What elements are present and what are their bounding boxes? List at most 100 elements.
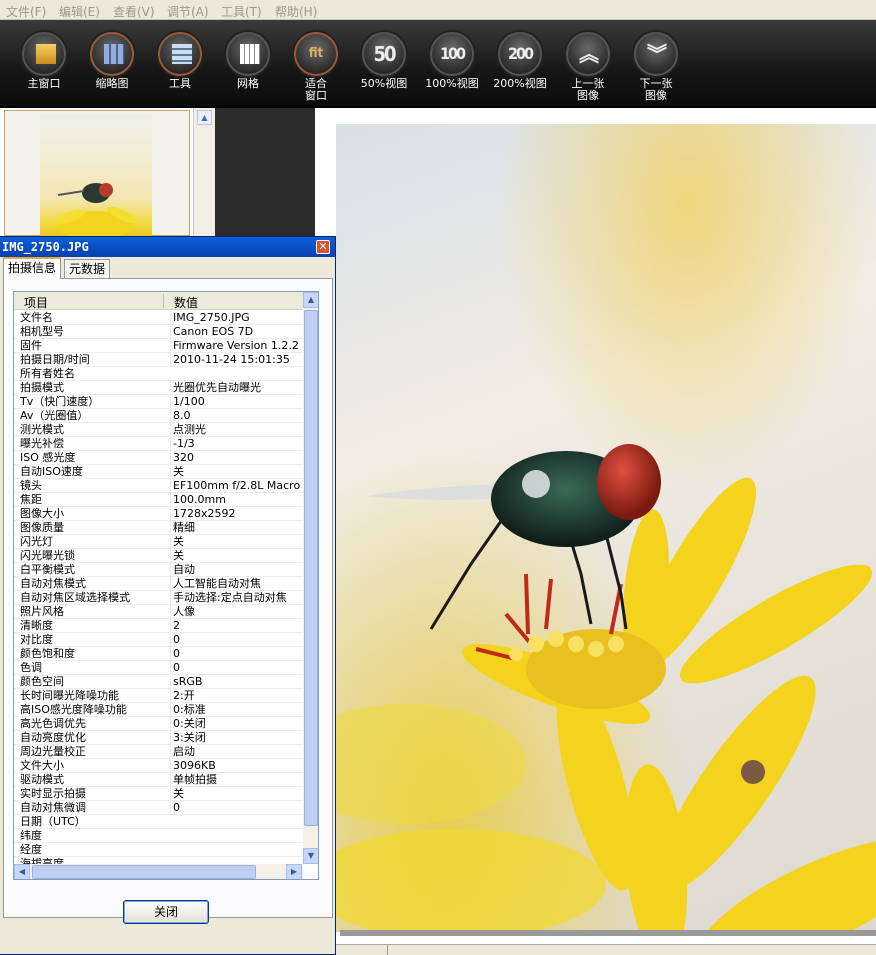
table-row[interactable]: Av（光圈值） 8.0 — [14, 409, 304, 423]
icon-glyph: 50 — [373, 42, 396, 66]
close-button[interactable]: 关闭 — [123, 900, 209, 924]
table-row[interactable]: 图像大小 1728x2592 — [14, 507, 304, 521]
table-row[interactable]: 驱动模式 单帧拍摄 — [14, 773, 304, 787]
toolbar-button[interactable]: 200 200%视图 — [490, 30, 550, 108]
close-icon[interactable]: ✕ — [316, 240, 330, 254]
table-row[interactable]: 照片风格 人像 — [14, 605, 304, 619]
horizontal-scrollbar[interactable]: ◀ ▶ — [14, 864, 303, 879]
row-key: 对比度 — [20, 633, 53, 646]
toolbar-button[interactable]: ︽ 上一张 图像 — [558, 30, 618, 108]
menu-item[interactable]: 查看(V) — [113, 3, 155, 20]
zoom-50-icon: 50 — [362, 32, 406, 76]
toolbar-button[interactable]: 主窗口 — [14, 30, 74, 108]
table-row[interactable]: 自动亮度优化 3:关闭 — [14, 731, 304, 745]
scroll-down-icon[interactable]: ▼ — [303, 848, 318, 864]
table-row[interactable]: 纬度 — [14, 829, 304, 843]
table-row[interactable]: 颜色空间 sRGB — [14, 675, 304, 689]
row-key: 驱动模式 — [20, 773, 64, 786]
main-photo[interactable] — [336, 124, 876, 932]
row-value: 8.0 — [170, 409, 304, 422]
toolbar-button[interactable]: fit 适合 窗口 — [286, 30, 346, 108]
grid-icon — [226, 32, 270, 76]
toolbar-button[interactable]: 网格 — [218, 30, 278, 108]
thumbnail-scrollbar[interactable]: ▲ — [193, 108, 215, 236]
vertical-scrollbar[interactable]: ▲ ▼ — [303, 292, 318, 864]
row-value: 0 — [170, 633, 304, 646]
table-row[interactable]: 自动对焦微调 0 — [14, 801, 304, 815]
toolbar-button-label: 200%视图 — [493, 77, 547, 90]
table-row[interactable]: 自动对焦模式 人工智能自动对焦 — [14, 577, 304, 591]
menu-item[interactable]: 帮助(H) — [275, 3, 317, 20]
table-row[interactable]: 经度 — [14, 843, 304, 857]
row-key: 拍摄模式 — [20, 381, 64, 394]
table-row[interactable]: 自动对焦区域选择模式 手动选择:定点自动对焦 — [14, 591, 304, 605]
table-row[interactable]: 文件大小 3096KB — [14, 759, 304, 773]
table-row[interactable]: 清晰度 2 — [14, 619, 304, 633]
table-row[interactable]: 日期（UTC） — [14, 815, 304, 829]
table-row[interactable]: 颜色饱和度 0 — [14, 647, 304, 661]
scroll-up-icon[interactable]: ▲ — [303, 292, 318, 308]
menu-item[interactable]: 工具(T) — [221, 3, 262, 20]
tab-metadata[interactable]: 元数据 — [64, 259, 111, 279]
toolbar-button[interactable]: 缩略图 — [82, 30, 142, 108]
toolbar-button[interactable]: 工具 — [150, 30, 210, 108]
thumbnail-image[interactable] — [40, 113, 152, 236]
scroll-thumb[interactable] — [304, 310, 318, 826]
table-row[interactable]: 拍摄日期/时间 2010-11-24 15:01:35 — [14, 353, 304, 367]
table-row[interactable]: 闪光灯 关 — [14, 535, 304, 549]
table-row[interactable]: 对比度 0 — [14, 633, 304, 647]
toolbar-button-label: 50%视图 — [360, 77, 408, 90]
table-row[interactable]: 闪光曝光锁 关 — [14, 549, 304, 563]
column-header-item[interactable]: 项目 — [24, 294, 48, 311]
table-row[interactable]: Tv（快门速度） 1/100 — [14, 395, 304, 409]
table-row[interactable]: 测光模式 点测光 — [14, 423, 304, 437]
scroll-left-icon[interactable]: ◀ — [14, 864, 30, 879]
menu-item[interactable]: 调节(A) — [167, 3, 209, 20]
row-value: 0 — [170, 647, 304, 660]
table-row[interactable]: 文件名 IMG_2750.JPG — [14, 311, 304, 325]
row-key: ISO 感光度 — [20, 451, 76, 464]
icon-glyph: ︾ — [647, 42, 667, 66]
table-row[interactable]: 长时间曝光降噪功能 2:开 — [14, 689, 304, 703]
table-row[interactable]: 图像质量 精细 — [14, 521, 304, 535]
table-row[interactable]: 焦距 100.0mm — [14, 493, 304, 507]
table-row[interactable]: 镜头 EF100mm f/2.8L Macro IS USM — [14, 479, 304, 493]
row-value: IMG_2750.JPG — [170, 311, 304, 324]
table-row[interactable]: 实时显示拍摄 关 — [14, 787, 304, 801]
tab-shot-info[interactable]: 拍摄信息 — [3, 257, 62, 279]
table-row[interactable]: 拍摄模式 光圈优先自动曝光 — [14, 381, 304, 395]
scroll-right-icon[interactable]: ▶ — [286, 864, 302, 879]
menu-item[interactable]: 文件(F) — [6, 3, 46, 20]
toolbar-button[interactable]: 100 100%视图 — [422, 30, 482, 108]
row-key: 闪光曝光锁 — [20, 549, 75, 562]
column-header-value[interactable]: 数值 — [174, 294, 198, 311]
table-row[interactable]: 固件 Firmware Version 1.2.2 — [14, 339, 304, 353]
toolbar-button[interactable]: 50 50%视图 — [354, 30, 414, 108]
table-row[interactable]: 所有者姓名 — [14, 367, 304, 381]
table-row[interactable]: 相机型号 Canon EOS 7D — [14, 325, 304, 339]
row-value: 3096KB — [170, 759, 304, 772]
row-key: 镜头 — [20, 479, 42, 492]
row-key: 颜色空间 — [20, 675, 64, 688]
table-row[interactable]: 色调 0 — [14, 661, 304, 675]
zoom-200-icon: 200 — [498, 32, 542, 76]
table-row[interactable]: 白平衡模式 自动 — [14, 563, 304, 577]
table-row[interactable]: 周边光量校正 启动 — [14, 745, 304, 759]
row-value: Canon EOS 7D — [170, 325, 304, 338]
scroll-up-icon[interactable]: ▲ — [197, 110, 212, 125]
table-row[interactable]: 自动ISO速度 关 — [14, 465, 304, 479]
toolbar-button[interactable]: ︾ 下一张 图像 — [626, 30, 686, 108]
scroll-thumb[interactable] — [32, 865, 256, 879]
row-value: EF100mm f/2.8L Macro IS USM — [170, 479, 304, 492]
toolbar-button-label: 网格 — [237, 77, 259, 90]
table-row[interactable]: 高ISO感光度降噪功能 0:标准 — [14, 703, 304, 717]
column-divider[interactable] — [163, 294, 164, 308]
table-row[interactable]: ISO 感光度 320 — [14, 451, 304, 465]
table-row[interactable]: 曝光补偿 -1/3 — [14, 437, 304, 451]
menu-item[interactable]: 编辑(E) — [59, 3, 100, 20]
icon-art — [240, 44, 260, 64]
icon-art — [36, 44, 56, 64]
status-bar — [315, 944, 876, 955]
table-row[interactable]: 高光色调优先 0:关闭 — [14, 717, 304, 731]
row-key: 纬度 — [20, 829, 42, 842]
